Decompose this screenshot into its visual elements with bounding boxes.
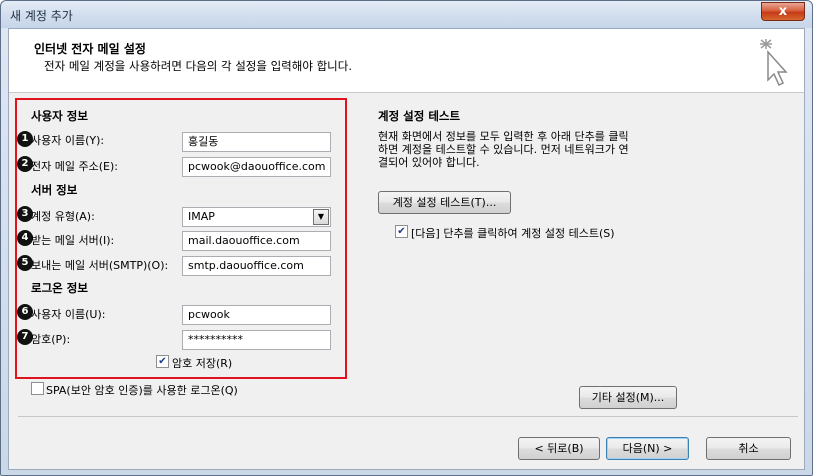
outgoing-server-input[interactable]: smtp.daouoffice.com bbox=[182, 256, 331, 276]
close-button[interactable]: x bbox=[761, 2, 805, 21]
spa-label: SPA(보안 암호 인증)를 사용한 로그온(Q) bbox=[46, 384, 238, 397]
back-button[interactable]: < 뒤로(B) bbox=[518, 437, 600, 460]
name-input[interactable]: 홍길동 bbox=[182, 132, 331, 152]
title-bar[interactable]: 새 계정 추가 x bbox=[1, 1, 812, 28]
chevron-down-icon[interactable]: ▼ bbox=[313, 209, 329, 225]
wizard-header: 인터넷 전자 메일 설정 전자 메일 계정을 사용하려면 다음의 각 설정을 입… bbox=[9, 29, 804, 93]
dialog-window: 새 계정 추가 x 인터넷 전자 메일 설정 전자 메일 계정을 사용하려면 다… bbox=[0, 0, 813, 476]
test-account-button[interactable]: 계정 설정 테스트(T)... bbox=[378, 191, 511, 214]
outgoing-server-label: 보내는 메일 서버(SMTP)(O): bbox=[31, 259, 169, 272]
password-input[interactable]: ********** bbox=[182, 330, 331, 350]
username-label: 사용자 이름(U): bbox=[31, 308, 106, 321]
footer-divider bbox=[18, 416, 798, 417]
page-subtitle: 전자 메일 계정을 사용하려면 다음의 각 설정을 입력해야 합니다. bbox=[44, 59, 352, 73]
incoming-server-input[interactable]: mail.daouoffice.com bbox=[182, 231, 331, 251]
incoming-server-label: 받는 메일 서버(I): bbox=[31, 234, 115, 247]
test-description: 현재 화면에서 정보를 모두 입력한 후 아래 단추를 클릭 하면 계정을 테스… bbox=[378, 130, 629, 169]
auto-test-checkbox[interactable]: ✔ bbox=[395, 225, 408, 238]
account-type-select[interactable]: IMAP ▼ bbox=[182, 207, 331, 227]
server-info-heading: 서버 정보 bbox=[31, 183, 78, 197]
window-title: 새 계정 추가 bbox=[10, 9, 73, 23]
cancel-button[interactable]: 취소 bbox=[706, 437, 791, 460]
email-input[interactable]: pcwook@daouoffice.com bbox=[182, 157, 331, 177]
username-input[interactable]: pcwook bbox=[182, 305, 331, 325]
email-label: 전자 메일 주소(E): bbox=[31, 160, 118, 173]
save-password-checkbox[interactable]: ✔ bbox=[156, 355, 169, 368]
password-label: 암호(P): bbox=[31, 333, 71, 346]
next-button[interactable]: 다음(N) > bbox=[606, 437, 689, 460]
page-title: 인터넷 전자 메일 설정 bbox=[34, 42, 146, 56]
name-label: 사용자 이름(Y): bbox=[31, 134, 105, 147]
login-info-heading: 로그온 정보 bbox=[31, 281, 88, 295]
cursor-sparkle-icon bbox=[760, 39, 788, 87]
test-heading: 계정 설정 테스트 bbox=[378, 109, 461, 123]
spa-checkbox[interactable] bbox=[31, 382, 44, 395]
save-password-label: 암호 저장(R) bbox=[172, 357, 233, 370]
account-type-value: IMAP bbox=[188, 210, 215, 223]
user-info-heading: 사용자 정보 bbox=[31, 109, 88, 123]
more-settings-button[interactable]: 기타 설정(M)... bbox=[579, 386, 677, 409]
dialog-body: 인터넷 전자 메일 설정 전자 메일 계정을 사용하려면 다음의 각 설정을 입… bbox=[8, 28, 805, 470]
auto-test-label: [다음] 단추를 클릭하여 계정 설정 테스트(S) bbox=[411, 227, 615, 240]
account-type-label: 계정 유형(A): bbox=[31, 210, 95, 223]
